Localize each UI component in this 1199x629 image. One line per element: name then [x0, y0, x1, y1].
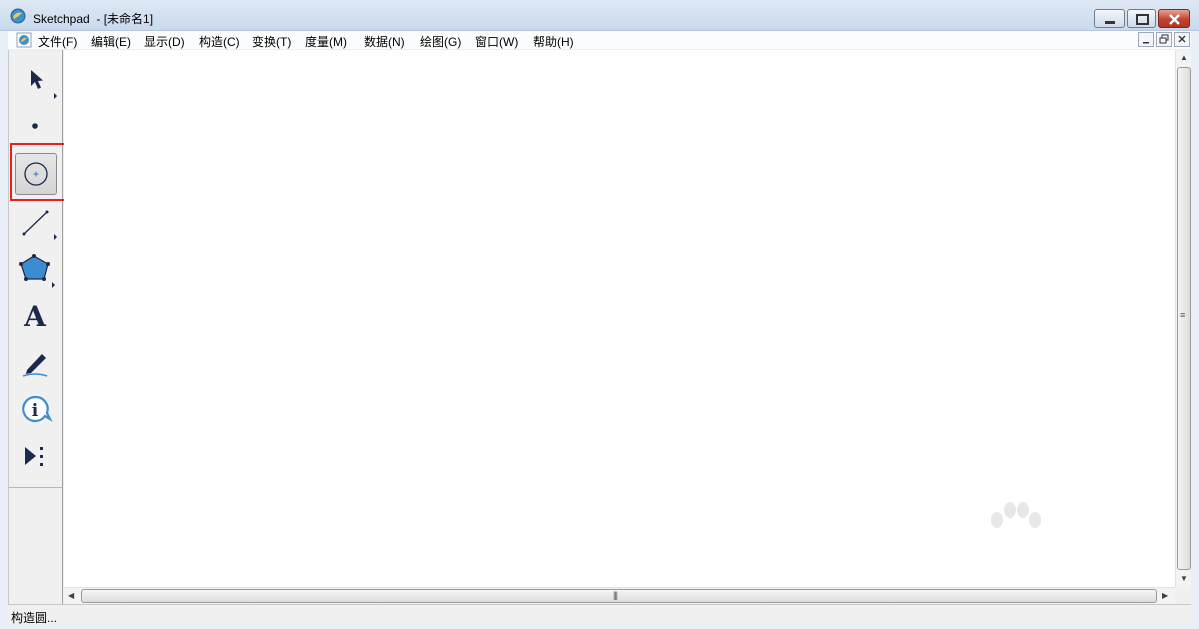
menu-display[interactable]: 显示(D) — [144, 33, 185, 50]
menu-edit[interactable]: 编辑(E) — [91, 33, 131, 50]
straightedge-tool-button[interactable] — [15, 202, 57, 244]
text-tool-button[interactable]: A — [15, 295, 57, 337]
information-tool-button[interactable]: i — [15, 389, 57, 431]
scroll-left-arrow-icon[interactable]: ◀ — [68, 591, 74, 600]
mdi-close-button[interactable] — [1174, 32, 1190, 47]
menu-measure[interactable]: 度量(M) — [305, 33, 347, 50]
minimize-button[interactable] — [1094, 9, 1125, 28]
close-icon — [1178, 35, 1186, 43]
title-bar: Sketchpad - [未命名1] — [0, 0, 1199, 31]
svg-text:i: i — [32, 401, 39, 421]
baidu-watermark — [915, 500, 1145, 600]
menu-bar: 文件(F) 编辑(E) 显示(D) 构造(C) 变换(T) 度量(M) 数据(N… — [8, 31, 1191, 49]
menu-construct[interactable]: 构造(C) — [199, 33, 240, 50]
compass-tool-highlight — [10, 143, 68, 201]
custom-tool-button[interactable] — [15, 436, 57, 478]
information-tool-icon: i — [22, 395, 53, 423]
vertical-scroll-thumb[interactable]: ≡ — [1177, 67, 1191, 570]
scroll-corner — [1175, 587, 1191, 604]
mdi-minimize-button[interactable] — [1138, 32, 1154, 47]
straightedge-tool-icon — [22, 210, 57, 240]
grip-icon: ≡ — [1180, 310, 1185, 320]
arrow-tool-button[interactable] — [15, 59, 57, 101]
mdi-restore-button[interactable] — [1156, 32, 1172, 47]
menu-window[interactable]: 窗口(W) — [475, 33, 518, 50]
menu-data[interactable]: 数据(N) — [364, 33, 405, 50]
toolbox: A i — [8, 50, 63, 604]
menu-help[interactable]: 帮助(H) — [533, 33, 574, 50]
menu-transform[interactable]: 变换(T) — [252, 33, 291, 50]
toolbox-divider — [9, 487, 62, 488]
marker-tool-button[interactable] — [15, 342, 57, 384]
menu-file[interactable]: 文件(F) — [38, 33, 77, 50]
arrow-tool-icon — [31, 70, 57, 99]
polygon-tool-button[interactable] — [15, 249, 57, 291]
svg-text:A: A — [23, 300, 47, 333]
sketchpad-app-icon — [10, 8, 26, 24]
point-tool-button[interactable] — [15, 105, 57, 147]
window-title: Sketchpad - [未命名1] — [33, 12, 154, 26]
custom-tool-icon — [25, 447, 43, 466]
maximize-button[interactable] — [1127, 9, 1156, 28]
minimize-icon — [1143, 42, 1149, 44]
restore-icon — [1159, 34, 1169, 44]
menu-graph[interactable]: 绘图(G) — [420, 33, 461, 50]
vertical-scrollbar[interactable]: ▲ ≡ ▼ — [1175, 50, 1191, 587]
polygon-tool-icon — [19, 254, 55, 288]
close-icon — [1169, 14, 1180, 25]
document-icon[interactable] — [16, 32, 32, 48]
scroll-right-arrow-icon[interactable]: ▶ — [1162, 591, 1168, 600]
close-button[interactable] — [1158, 9, 1190, 28]
paw-logo-icon — [991, 502, 1041, 528]
grip-icon: ||| — [613, 590, 618, 600]
status-bar: 构造圆... — [8, 604, 1191, 625]
point-tool-icon — [32, 123, 38, 129]
scroll-down-arrow-icon[interactable]: ▼ — [1180, 574, 1188, 583]
minimize-icon — [1105, 21, 1115, 24]
text-tool-icon: A — [23, 300, 47, 333]
maximize-icon — [1136, 14, 1149, 25]
marker-tool-icon — [22, 354, 48, 377]
scroll-up-arrow-icon[interactable]: ▲ — [1180, 53, 1188, 62]
status-text: 构造圆... — [11, 611, 58, 625]
